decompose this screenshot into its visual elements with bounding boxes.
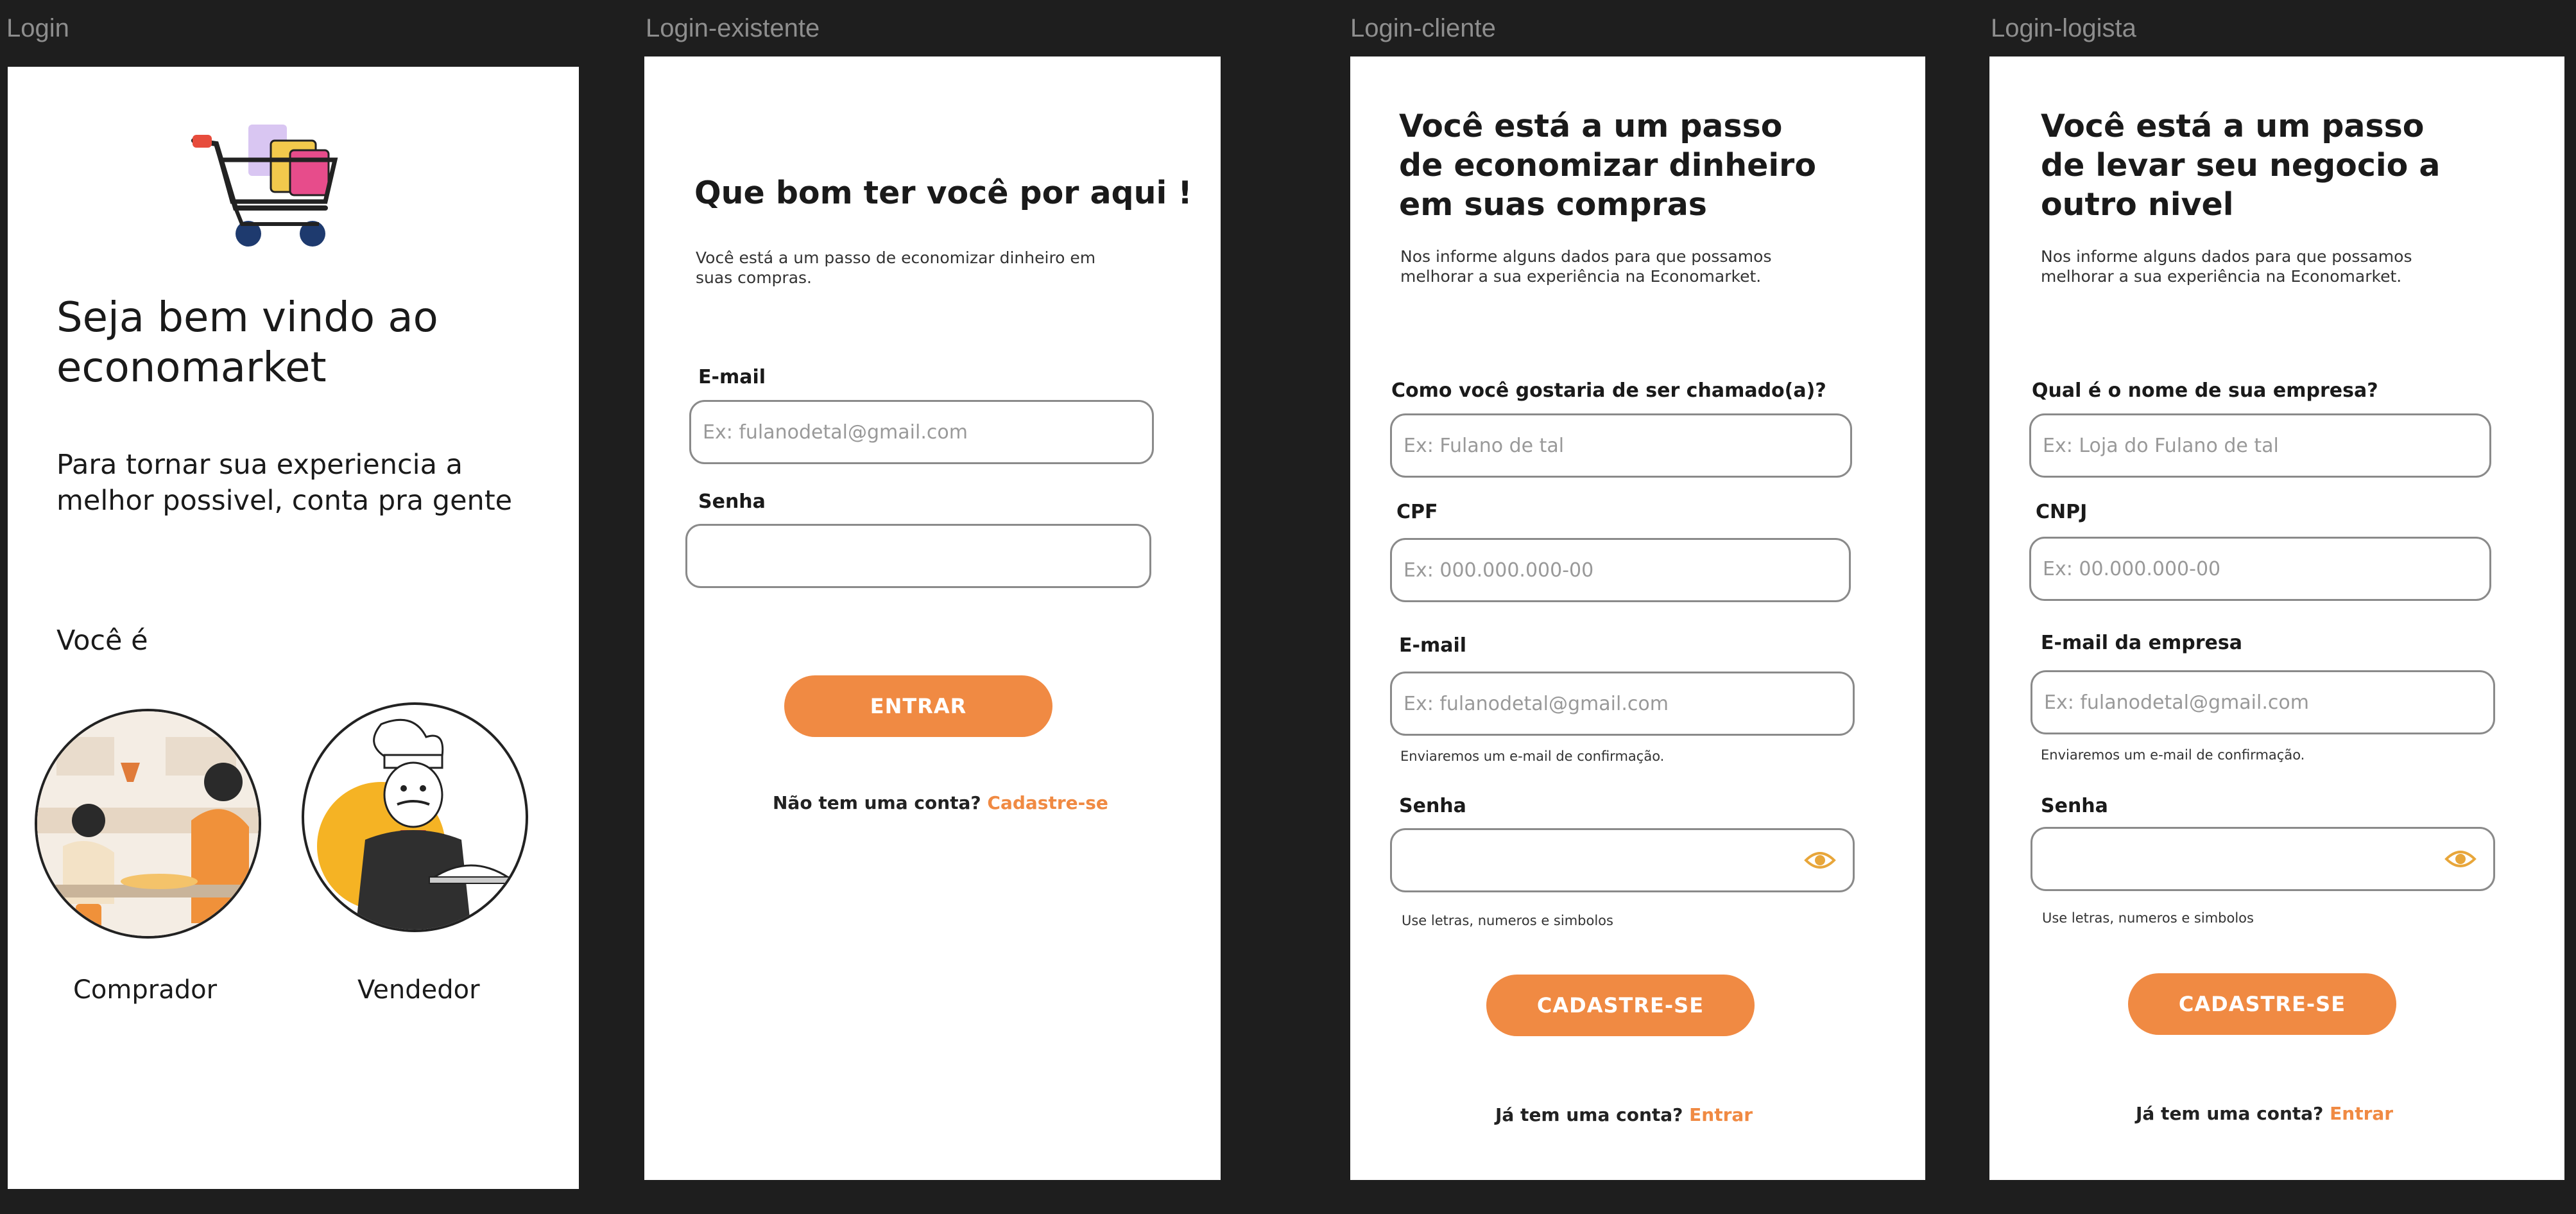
seller-label: Vendedor [357,975,480,1005]
cpf-input[interactable]: Ex: 000.000.000-00 [1390,538,1851,602]
login-prompt-text: Já tem uma conta? [1495,1104,1683,1125]
frame-label-login: Login [6,14,69,42]
page-subtitle: Nos informe alguns dados para que possam… [1400,247,1772,286]
password-label: Senha [1399,795,1466,817]
enter-button[interactable]: ENTRAR [784,675,1052,737]
email-label: E-mail [1399,634,1467,657]
welcome-subtitle: Para tornar sua experiencia a melhor pos… [56,449,513,517]
frame-label-login-cliente: Login-cliente [1350,14,1496,42]
buyer-option[interactable] [35,709,261,939]
password-input[interactable] [1390,828,1855,892]
email-input[interactable]: Ex: fulanodetal@gmail.com [1390,672,1855,736]
password-label: Senha [698,490,766,513]
page-title: Você está a um passo de levar seu negoci… [2041,108,2441,223]
company-label: Qual é o nome de sua empresa? [2032,379,2378,402]
page-subtitle: Você está a um passo de economizar dinhe… [696,248,1096,287]
name-label: Como você gostaria de ser chamado(a)? [1391,379,1826,402]
cnpj-input[interactable]: Ex: 00.000.000-00 [2029,537,2491,601]
login-link[interactable]: Entrar [1689,1104,1753,1125]
email-hint: Enviaremos um e-mail de confirmação. [1400,749,1665,764]
frame-login-cliente: Você está a um passo de economizar dinhe… [1350,56,1925,1180]
page-subtitle: Nos informe alguns dados para que possam… [2041,247,2412,286]
shopping-cart-icon [187,112,354,266]
password-hint: Use letras, numeros e simbolos [1402,913,1613,928]
password-hint: Use letras, numeros e simbolos [2042,910,2254,926]
page-title: Que bom ter você por aqui ! [694,175,1192,211]
buyer-label: Comprador [73,975,218,1005]
buyer-illustration [37,711,259,936]
password-label: Senha [2041,795,2108,817]
password-input[interactable] [2031,827,2495,891]
email-input[interactable]: Ex: fulanodetal@gmail.com [689,400,1154,464]
login-prompt: Já tem uma conta? Entrar [2136,1103,2393,1124]
signup-button[interactable]: CADASTRE-SE [2128,973,2396,1035]
name-input[interactable]: Ex: Fulano de tal [1390,413,1852,478]
role-question: Você é [56,625,148,657]
company-email-label: E-mail da empresa [2041,632,2242,654]
login-prompt-text: Já tem uma conta? [2136,1103,2324,1124]
page-title: Você está a um passo de economizar dinhe… [1399,108,1817,223]
eye-icon[interactable] [1804,847,1836,873]
login-prompt: Já tem uma conta? Entrar [1495,1104,1753,1125]
frame-login-logista: Você está a um passo de levar seu negoci… [1989,56,2564,1180]
welcome-title: Seja bem vindo ao economarket [56,294,438,392]
frame-label-login-existente: Login-existente [646,14,820,42]
cpf-label: CPF [1396,501,1438,523]
frame-login: Seja bem vindo ao economarket Para torna… [8,67,579,1189]
email-hint: Enviaremos um e-mail de confirmação. [2041,747,2305,763]
frame-label-login-logista: Login-logista [1991,14,2136,42]
email-label: E-mail [698,366,766,388]
signup-prompt: Não tem uma conta? Cadastre-se [773,792,1108,813]
login-link[interactable]: Entrar [2330,1103,2393,1124]
cnpj-label: CNPJ [2036,501,2088,523]
signup-prompt-text: Não tem uma conta? [773,792,981,813]
company-input[interactable]: Ex: Loja do Fulano de tal [2029,413,2491,478]
seller-illustration [317,718,513,930]
company-email-input[interactable]: Ex: fulanodetal@gmail.com [2031,670,2495,734]
frame-login-existente: Que bom ter você por aqui ! Você está a … [644,56,1221,1180]
signup-link[interactable]: Cadastre-se [987,792,1108,813]
signup-button[interactable]: CADASTRE-SE [1486,975,1755,1036]
seller-option[interactable] [302,702,528,932]
eye-icon[interactable] [2444,846,2477,872]
password-input[interactable] [685,524,1151,588]
